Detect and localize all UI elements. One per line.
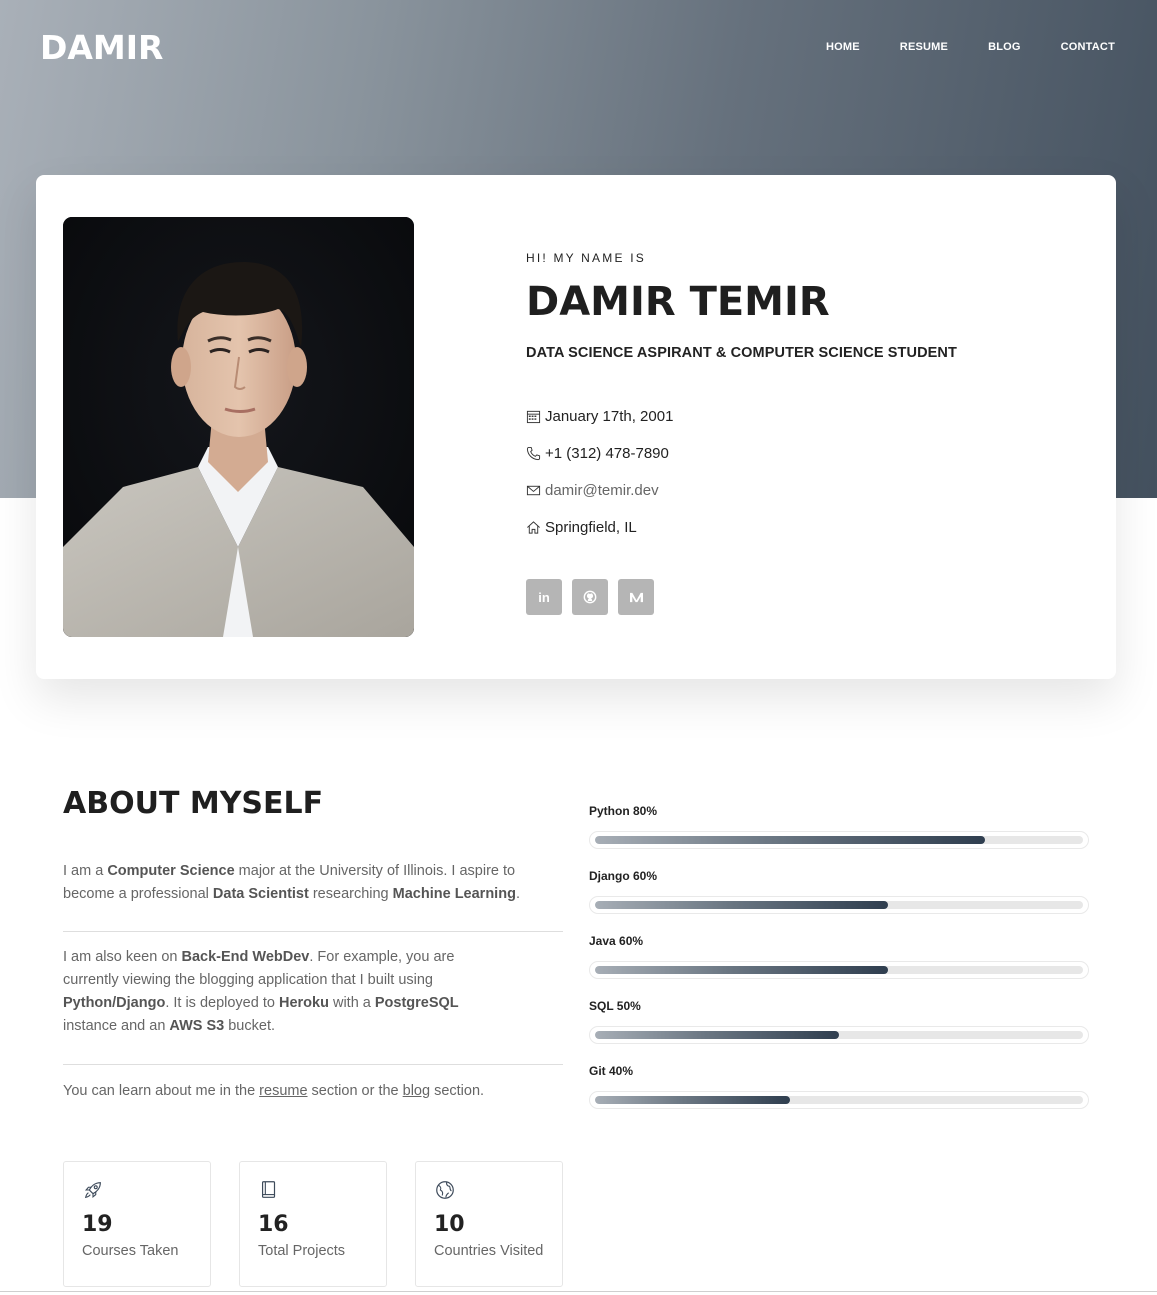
skill-label: Git 40% — [589, 1064, 634, 1078]
calendar-icon — [526, 410, 541, 424]
skill-git: Git 40% — [589, 1064, 1089, 1129]
email-row: damir@temir.dev — [526, 472, 957, 509]
stat-card-countries: 10 Countries Visited — [415, 1161, 563, 1287]
medium-button[interactable] — [618, 579, 654, 615]
navbar: DAMIR HOME RESUME BLOG CONTACT — [0, 0, 1157, 96]
skill-progress-bar — [589, 1091, 1089, 1109]
location-text: Springfield, IL — [545, 519, 637, 536]
skill-progress-fill — [595, 966, 888, 974]
skill-java: Java 60% — [589, 934, 1089, 999]
skill-progress-bar — [589, 896, 1089, 914]
rocket-icon — [84, 1182, 101, 1199]
skill-progress-fill — [595, 1096, 791, 1104]
text-span: instance and an — [63, 1018, 170, 1034]
birthday-text: January 17th, 2001 — [545, 408, 674, 425]
stat-label: Total Projects — [258, 1243, 346, 1259]
highlight-text: Heroku — [278, 995, 329, 1011]
nav-links: HOME RESUME BLOG CONTACT — [786, 41, 1115, 53]
brand-logo[interactable]: DAMIR — [40, 28, 163, 67]
highlight-text: Computer Science — [107, 863, 235, 879]
stat-label: Countries Visited — [434, 1243, 544, 1259]
highlight-text: AWS S3 — [169, 1018, 225, 1034]
skill-progress-bar — [589, 961, 1089, 979]
stat-card-courses: 19 Courses Taken — [63, 1161, 211, 1287]
about-paragraph-1: I am a Computer Science major at the Uni… — [63, 860, 523, 906]
highlight-text: Python/Django — [63, 995, 166, 1011]
text-span: . — [515, 886, 520, 902]
profile-subtitle: DATA SCIENCE ASPIRANT & COMPUTER SCIENCE… — [526, 345, 957, 361]
house-icon — [527, 521, 540, 534]
stat-value: 10 — [434, 1212, 465, 1237]
phone-text: +1 (312) 478-7890 — [545, 445, 669, 462]
text-span: bucket. — [224, 1018, 275, 1034]
stat-label: Courses Taken — [82, 1243, 179, 1259]
github-icon — [583, 590, 597, 604]
text-span: I am a — [63, 863, 108, 879]
text-span: . It is deployed to — [165, 995, 279, 1011]
globe-icon — [436, 1181, 454, 1199]
profile-card: HI! MY NAME IS DAMIR TEMIR DATA SCIENCE … — [36, 175, 1116, 679]
envelope-icon — [526, 485, 541, 496]
nav-contact-link[interactable]: CONTACT — [1061, 41, 1115, 53]
stats-row: 19 Courses Taken 16 Total Projects 10 Co… — [63, 1161, 591, 1287]
linkedin-icon: in — [538, 589, 550, 605]
greeting-text: HI! MY NAME IS — [526, 251, 646, 265]
skill-progress-fill — [595, 1031, 839, 1039]
nav-home-link[interactable]: HOME — [826, 41, 860, 53]
medium-icon — [629, 592, 643, 602]
location-row: Springfield, IL — [526, 509, 957, 546]
skill-label: Java 60% — [589, 934, 644, 948]
divider — [63, 1064, 563, 1065]
skill-python: Python 80% — [589, 804, 1089, 869]
profile-photo — [63, 217, 414, 637]
page-bottom-border — [0, 1291, 1157, 1292]
about-section: ABOUT MYSELF I am a Computer Science maj… — [63, 786, 563, 1103]
stat-card-projects: 16 Total Projects — [239, 1161, 387, 1287]
nav-blog-link[interactable]: BLOG — [988, 41, 1021, 53]
highlight-text: Data Scientist — [212, 886, 309, 902]
stat-value: 19 — [82, 1212, 113, 1237]
skill-progress-fill — [595, 836, 986, 844]
profile-name: DAMIR TEMIR — [526, 279, 830, 325]
text-span: I am also keen on — [63, 949, 182, 965]
phone-row: +1 (312) 478-7890 — [526, 435, 957, 472]
intro-block: HI! MY NAME IS DAMIR TEMIR DATA SCIENCE … — [526, 251, 957, 615]
stat-value: 16 — [258, 1212, 289, 1237]
birthday-row: January 17th, 2001 — [526, 398, 957, 435]
skill-progress-bar — [589, 1026, 1089, 1044]
github-button[interactable] — [572, 579, 608, 615]
text-span: You can learn about me in the — [63, 1083, 260, 1099]
about-paragraph-3: You can learn about me in the resume sec… — [63, 1080, 563, 1103]
highlight-text: Machine Learning — [392, 886, 516, 902]
skill-label: Python 80% — [589, 804, 658, 818]
book-icon — [261, 1181, 276, 1198]
email-link[interactable]: damir@temir.dev — [545, 482, 659, 499]
divider — [63, 931, 563, 932]
highlight-text: Back-End WebDev — [181, 949, 310, 965]
highlight-text: PostgreSQL — [374, 995, 459, 1011]
phone-icon — [526, 446, 541, 461]
skill-progress-bar — [589, 831, 1089, 849]
blog-link[interactable]: blog — [403, 1083, 430, 1099]
about-title: ABOUT MYSELF — [63, 786, 324, 821]
skill-django: Django 60% — [589, 869, 1089, 934]
text-span: researching — [308, 886, 393, 902]
nav-resume-link[interactable]: RESUME — [900, 41, 948, 53]
text-span: with a — [328, 995, 375, 1011]
text-span: section or the — [307, 1083, 403, 1099]
skills-section: Python 80% Django 60% Java 60% SQL 50% G… — [589, 804, 1089, 1129]
contact-list: January 17th, 2001 +1 (312) 478-7890 dam… — [526, 398, 957, 546]
skill-label: Django 60% — [589, 869, 658, 883]
social-links: in — [526, 579, 957, 615]
skill-sql: SQL 50% — [589, 999, 1089, 1064]
text-span: section. — [430, 1083, 485, 1099]
resume-link[interactable]: resume — [259, 1083, 307, 1099]
about-paragraph-2: I am also keen on Back-End WebDev. For e… — [63, 946, 513, 1038]
skill-progress-fill — [595, 901, 888, 909]
linkedin-button[interactable]: in — [526, 579, 562, 615]
skill-label: SQL 50% — [589, 999, 641, 1013]
